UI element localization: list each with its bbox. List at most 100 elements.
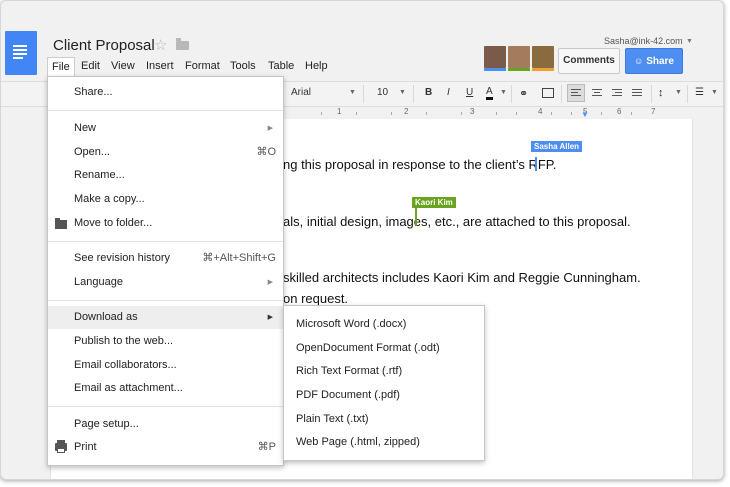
link-icon[interactable]: ⚭ [519,87,528,100]
menu-item-share[interactable]: Share... [48,81,283,104]
printer-icon [55,440,67,453]
collaborator-label-sasha: Sasha Allen [531,141,583,152]
menu-file[interactable]: File [47,57,75,78]
font-family-select[interactable]: Arial [291,87,311,98]
menu-format[interactable]: Format [185,57,220,77]
text-color-button[interactable]: A [486,87,493,100]
share-button[interactable]: ☺ Share [625,48,683,74]
font-size-select[interactable]: 10 [377,87,388,98]
chevron-right-icon: ▶ [267,279,273,286]
menu-item-publish[interactable]: Publish to the web... [48,330,283,353]
align-left-icon[interactable] [567,84,585,102]
collaborator-cursor [535,157,537,171]
person-icon: ☺ [634,56,644,66]
line-spacing-icon[interactable]: ↕ [658,87,664,99]
align-justify-icon[interactable] [629,85,645,101]
menu-item-label: Page setup... [74,418,139,430]
avatar[interactable] [532,46,554,71]
align-center-icon[interactable] [589,85,605,101]
bold-button[interactable]: B [425,87,432,98]
document-text-line: ng this proposal in response to the clie… [283,157,557,172]
menu-item-label: Language [74,276,123,288]
menu-view[interactable]: View [111,57,135,77]
document-text-line: on request. [283,291,349,306]
download-pdf[interactable]: PDF Document (.pdf) [284,383,484,407]
menu-item-email-collaborators[interactable]: Email collaborators... [48,354,283,377]
download-rtf[interactable]: Rich Text Format (.rtf) [284,359,484,383]
comment-icon[interactable] [542,88,554,98]
chevron-right-icon: ▶ [267,314,273,321]
docs-logo-icon[interactable] [5,31,37,75]
chevron-right-icon: ▶ [267,125,273,132]
menu-insert[interactable]: Insert [146,57,174,77]
download-txt[interactable]: Plain Text (.txt) [284,407,484,431]
share-label: Share [646,56,674,67]
avatar[interactable] [484,46,506,71]
menu-table[interactable]: Table [268,57,294,77]
align-right-icon[interactable] [609,85,625,101]
document-text-line: skilled architects includes Kaori Kim an… [283,270,641,285]
shortcut-label: ⌘P [257,441,276,453]
account-email[interactable]: Sasha@ink-42.com [604,36,683,46]
menu-item-label: Print [74,441,97,453]
header: Client Proposal ☆ File Edit View Insert … [1,1,723,80]
menu-item-revision-history[interactable]: See revision history ⌘+Alt+Shift+G [48,247,283,270]
menu-item-open[interactable]: Open... ⌘O [48,141,283,164]
star-icon[interactable]: ☆ [154,36,167,54]
chevron-down-icon[interactable]: ▼ [675,89,682,96]
submenu-item-label: Microsoft Word (.docx) [296,318,407,330]
menu-item-new[interactable]: New ▶ [48,117,283,140]
menu-edit[interactable]: Edit [81,57,100,77]
menu-item-label: Publish to the web... [74,335,174,347]
menu-item-label: Share... [74,86,113,98]
ruler-number: 3 [470,107,475,116]
collaborator-cursor [415,206,417,226]
chevron-down-icon[interactable]: ▼ [399,89,406,96]
numbered-list-icon[interactable]: ☰ [695,87,704,98]
menu-item-language[interactable]: Language ▶ [48,271,283,294]
avatar[interactable] [508,46,530,71]
chevron-down-icon[interactable]: ▼ [349,89,356,96]
menu-item-label: Open... [74,146,111,158]
submenu-item-label: PDF Document (.pdf) [296,389,400,401]
menu-item-page-setup[interactable]: Page setup... [48,413,283,436]
chevron-down-icon[interactable]: ▼ [686,38,693,45]
menu-item-rename[interactable]: Rename... [48,164,283,187]
folder-icon[interactable] [176,38,189,50]
menu-item-print[interactable]: Print ⌘P [48,436,283,459]
menu-item-label: New [74,122,97,134]
folder-icon [55,218,67,229]
menu-item-label: See revision history [74,252,170,264]
underline-button[interactable]: U [466,87,473,98]
app-window: Client Proposal ☆ File Edit View Insert … [0,0,724,480]
italic-button[interactable]: I [447,87,450,98]
menu-tools[interactable]: Tools [230,57,256,77]
ruler-number: 7 [651,107,656,116]
document-text-line: als, initial design, images, etc., are a… [283,214,631,229]
chevron-down-icon[interactable]: ▼ [711,89,718,96]
menu-item-label: Make a copy... [74,193,145,205]
download-as-submenu: Microsoft Word (.docx) OpenDocument Form… [283,305,485,461]
shortcut-label: ⌘O [256,146,276,158]
menu-item-label: Download as [74,311,138,323]
menu-item-email-attachment[interactable]: Email as attachment... [48,377,283,400]
menu-item-move-to-folder[interactable]: Move to folder... [48,212,283,235]
menu-help[interactable]: Help [305,57,328,77]
download-html[interactable]: Web Page (.html, zipped) [284,430,484,454]
menu-item-label: Move to folder... [74,217,153,229]
menu-item-download-as[interactable]: Download as ▶ [48,306,283,329]
download-odt[interactable]: OpenDocument Format (.odt) [284,336,484,360]
menu-item-make-copy[interactable]: Make a copy... [48,188,283,211]
download-docx[interactable]: Microsoft Word (.docx) [284,312,484,336]
chevron-down-icon[interactable]: ▼ [500,89,507,96]
file-menu: Share... New ▶ Open... ⌘O Rename... Make a… [47,76,284,466]
menu-item-label: Email collaborators... [74,359,177,371]
shortcut-label: ⌘+Alt+Shift+G [202,252,276,264]
collaborator-label-kaori: Kaori Kim [412,197,456,208]
menu-item-label: Rename... [74,169,125,181]
submenu-item-label: OpenDocument Format (.odt) [296,342,440,354]
document-title[interactable]: Client Proposal [53,37,155,54]
submenu-item-label: Plain Text (.txt) [296,413,369,425]
comments-button[interactable]: Comments [558,48,620,74]
indent-marker-icon[interactable]: ▼ [581,110,589,119]
